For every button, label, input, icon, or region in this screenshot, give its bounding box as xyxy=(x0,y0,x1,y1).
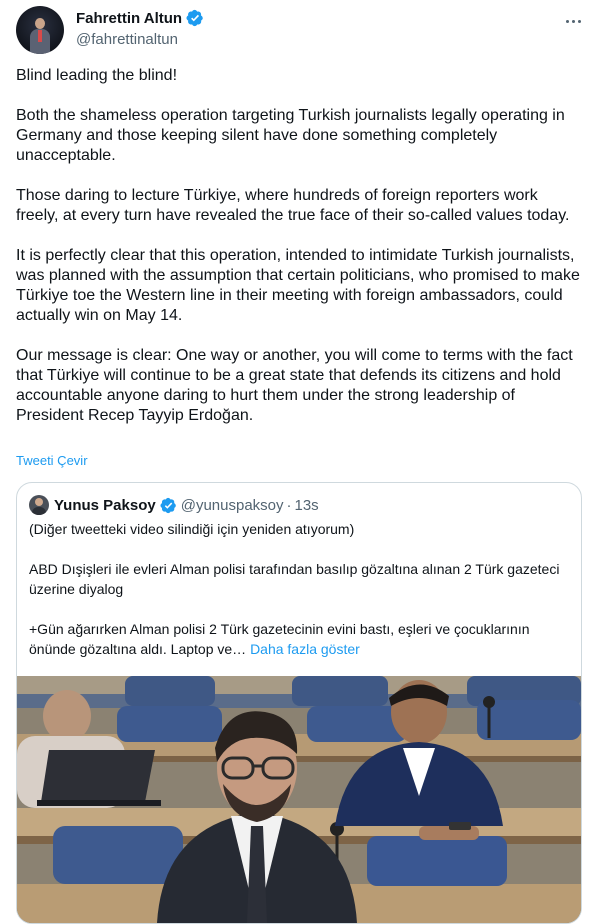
avatar-figure-tie xyxy=(38,30,42,42)
tweet-paragraph: It is perfectly clear that this operatio… xyxy=(16,247,580,324)
translate-tweet-link[interactable]: Tweeti Çevir xyxy=(16,453,88,468)
tweet-paragraph: Those daring to lecture Türkiye, where h… xyxy=(16,187,570,224)
quoted-paragraph: (Diğer tweetteki video silindiği için ye… xyxy=(29,521,355,537)
quoted-author-name: Yunus Paksoy xyxy=(54,496,156,514)
quoted-paragraph: +Gün ağarırken Alman polisi 2 Türk gazet… xyxy=(29,619,569,659)
tweet-paragraph: Our message is clear: One way or another… xyxy=(16,347,573,424)
tweet-paragraph: Both the shameless operation targeting T… xyxy=(16,107,565,164)
author-handle[interactable]: @fahrettinaltun xyxy=(76,31,178,48)
quoted-tweet[interactable]: Yunus Paksoy @yunuspaksoy · 13s (Diğer t… xyxy=(16,482,582,924)
verified-badge-icon xyxy=(160,497,177,514)
quoted-author-avatar xyxy=(29,495,49,515)
tweet-body: Blind leading the blind! Both the shamel… xyxy=(16,66,582,446)
quoted-tweet-body: (Diğer tweetteki video silindiği için ye… xyxy=(29,519,569,679)
show-more-link[interactable]: Daha fazla göster xyxy=(250,641,360,657)
tweet-header: Fahrettin Altun @fahrettinaltun xyxy=(0,0,594,64)
author-avatar[interactable] xyxy=(16,6,64,54)
quoted-tweet-header: Yunus Paksoy @yunuspaksoy · 13s xyxy=(29,495,319,515)
more-options-icon[interactable] xyxy=(562,10,584,32)
author-name-row: Fahrettin Altun xyxy=(76,9,204,27)
tweet-paragraph: Blind leading the blind! xyxy=(16,67,178,84)
press-room-scene-image xyxy=(17,676,581,923)
author-name[interactable]: Fahrettin Altun xyxy=(76,10,182,27)
separator-dot: · xyxy=(286,496,292,514)
avatar-figure-head xyxy=(35,18,45,29)
video-thumbnail[interactable] xyxy=(17,676,581,923)
quoted-author-handle: @yunuspaksoy xyxy=(180,496,284,514)
quoted-tweet-time: 13s xyxy=(294,496,319,514)
quoted-paragraph: ABD Dışişleri ile evleri Alman polisi ta… xyxy=(29,561,560,597)
verified-badge-icon xyxy=(186,9,204,27)
